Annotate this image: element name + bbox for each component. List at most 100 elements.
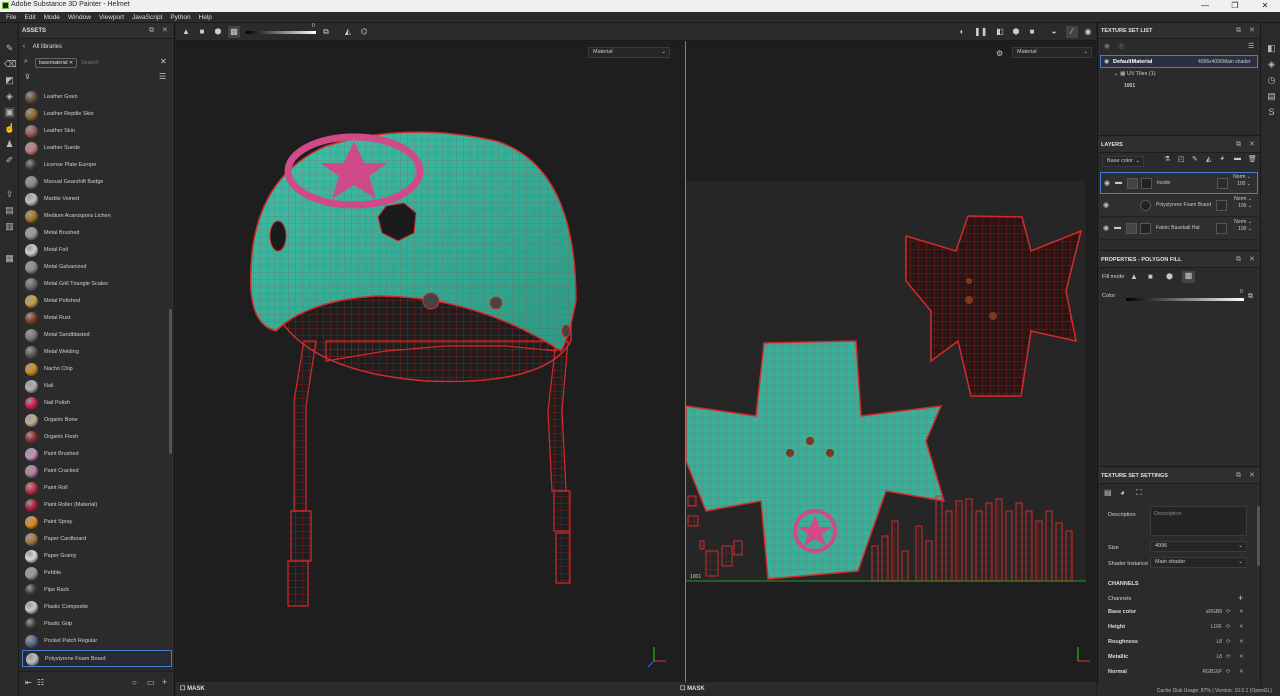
add-paint-layer-icon[interactable]: ✎ — [1192, 155, 1198, 163]
asset-item[interactable]: Leather Skin — [22, 123, 172, 140]
visibility-icon[interactable]: ◉ — [1104, 42, 1110, 50]
close-button[interactable]: ✕ — [1250, 0, 1280, 12]
asset-item[interactable]: Pebble — [22, 565, 172, 582]
mesh-maps-tab-icon[interactable]: ◕ — [1120, 488, 1125, 497]
add-icon[interactable]: + — [162, 677, 167, 687]
asset-item[interactable]: Paint Brushed — [22, 446, 172, 463]
add-mask-icon[interactable]: ◰ — [1178, 155, 1185, 163]
filter-icon[interactable]: ⊽ — [25, 73, 30, 81]
fill-uv-icon[interactable]: ▩ — [1182, 271, 1195, 283]
log-icon[interactable]: ▥ — [4, 221, 15, 232]
search-input[interactable] — [81, 58, 151, 68]
asset-item[interactable]: Metal Polished — [22, 293, 172, 310]
asset-item[interactable]: Leather Reptile Skin — [22, 106, 172, 123]
asset-item[interactable]: License Plate Europe — [22, 157, 172, 174]
texture-set-row[interactable]: ◉ DefaultMaterial 4096x4096 Main shader — [1100, 55, 1258, 68]
visibility-eye-icon[interactable]: ◉ — [1103, 224, 1109, 232]
close-icon[interactable]: ✕ — [1249, 252, 1255, 268]
projection-icon[interactable]: ◩ — [4, 75, 15, 86]
mask-checkbox[interactable]: ☐ — [180, 686, 185, 692]
float-icon[interactable]: ⧉ — [149, 23, 154, 39]
history-icon[interactable]: ◷ — [1266, 75, 1277, 86]
uv-mode-icon[interactable]: ▩ — [228, 26, 240, 38]
layer-row[interactable]: ◉ Polystyrene Foam Board Norm ⌄ 100 ⌄ — [1100, 195, 1258, 217]
maximize-button[interactable]: ❐ — [1220, 0, 1250, 12]
channel-row[interactable]: Height L16F ⟳ ✕ — [1108, 620, 1248, 634]
folder-icon[interactable]: ▭ — [147, 678, 155, 687]
asset-item[interactable]: Paper Grainy — [22, 548, 172, 565]
channel-row[interactable]: Metallic L8 ⟳ ✕ — [1108, 650, 1248, 664]
visibility-eye-icon[interactable]: ◉ — [1104, 179, 1110, 187]
asset-item[interactable]: Metal Brushed — [22, 225, 172, 242]
smudge-icon[interactable]: ☝ — [4, 123, 15, 134]
add-smart-material-icon[interactable]: ◕ — [1220, 155, 1224, 162]
close-icon[interactable]: ✕ — [1249, 23, 1255, 39]
remove-channel-icon[interactable]: ✕ — [1239, 620, 1244, 634]
viewport-3d[interactable]: Material ⌄ — [176, 41, 685, 682]
channel-format[interactable]: sRGB8 — [1190, 605, 1222, 619]
filter-tag[interactable]: basematerial ✕ — [35, 58, 78, 68]
asset-item[interactable]: Paint Spray — [22, 514, 172, 531]
asset-item[interactable]: Pipe Rack — [22, 582, 172, 599]
swap-icon[interactable]: ⧉ — [320, 26, 332, 38]
asset-item[interactable]: Marble Veined — [22, 191, 172, 208]
shader-instance-dropdown[interactable]: Main shader ⌄ — [1150, 557, 1247, 568]
color-slider[interactable] — [1126, 298, 1244, 301]
menu-javascript[interactable]: JavaScript — [132, 12, 162, 23]
asset-item[interactable]: Metal Sandblasted — [22, 327, 172, 344]
channel-settings-icon[interactable]: ⟳ — [1226, 605, 1231, 619]
asset-item[interactable]: Metal Galvanized — [22, 259, 172, 276]
layer-channel-dropdown[interactable]: Base color ⌄ — [1102, 156, 1144, 167]
polygon-fill-icon[interactable]: ▣ — [4, 107, 15, 118]
asset-item[interactable]: Metal Grill Triangle Scales — [22, 276, 172, 293]
environment-icon[interactable]: ◒ — [1048, 26, 1060, 38]
channel-settings-icon[interactable]: ⟳ — [1226, 665, 1231, 679]
menu-mode[interactable]: Mode — [44, 12, 60, 23]
import-icon[interactable]: ⇤ — [25, 678, 32, 687]
uv-tiles-row[interactable]: ⌄ ▦ UV Tiles (1) — [1114, 71, 1156, 77]
color-picker-icon[interactable]: ✐ — [4, 155, 15, 166]
paint-brush-icon[interactable]: ✎ — [4, 43, 15, 54]
export-icon[interactable]: ▦ — [4, 253, 15, 264]
viewport-2d[interactable]: ⚙ Material ⌄ 1001 — [686, 41, 1096, 682]
float-icon[interactable]: ⧉ — [1236, 137, 1241, 153]
description-field[interactable]: Description — [1150, 506, 1247, 536]
asset-item[interactable]: Paint Roll — [22, 480, 172, 497]
menu-file[interactable]: File — [6, 12, 16, 23]
add-effect-icon[interactable]: ⚗ — [1164, 155, 1170, 163]
asset-item[interactable]: Organic Flesh — [22, 429, 172, 446]
solo-icon[interactable]: ◎ — [1118, 42, 1124, 50]
menu-viewport[interactable]: Viewport — [99, 12, 124, 23]
view-mode-icon[interactable]: ◧ — [994, 26, 1006, 38]
add-fill-layer-icon[interactable]: ◭ — [1206, 155, 1211, 163]
asset-item[interactable]: Plastic Grip — [22, 616, 172, 633]
clone-icon[interactable]: ♟ — [4, 139, 15, 150]
minimize-button[interactable]: — — [1190, 0, 1220, 12]
library-row[interactable]: ‹ All libraries — [23, 44, 62, 50]
asset-item[interactable]: Metal Foil — [22, 242, 172, 259]
bake-icon[interactable]: ⇪ — [4, 189, 15, 200]
channel-row[interactable]: Base color sRGB8 ⟳ ✕ — [1108, 605, 1248, 619]
menu-icon[interactable]: ☰ — [1248, 42, 1254, 50]
asset-item[interactable]: Paint Roller (Material) — [22, 497, 172, 514]
channel-format[interactable]: RGB16F — [1190, 665, 1222, 679]
display-icon[interactable]: ▤ — [4, 205, 15, 216]
blend-opacity[interactable]: Norm ⌄ 100 ⌄ — [1233, 174, 1251, 188]
asset-item[interactable]: Nacho Chip — [22, 361, 172, 378]
square-mode-icon[interactable]: ■ — [196, 26, 208, 38]
paint-through-icon[interactable]: ⌬ — [358, 26, 370, 38]
refresh-icon[interactable]: ○ — [132, 678, 137, 687]
asset-item[interactable]: Polystyrene Foam Board — [22, 650, 172, 667]
pause-icon[interactable]: ❚❚ — [974, 26, 987, 38]
asset-item[interactable]: Nail — [22, 378, 172, 395]
channel-format[interactable]: L8 — [1190, 650, 1222, 664]
asset-item[interactable]: Metal Welding — [22, 344, 172, 361]
list-icon[interactable]: ☷ — [37, 678, 44, 687]
asset-item[interactable]: Manual Gearshift Badge — [22, 174, 172, 191]
fill-object-icon[interactable]: ⬢ — [1166, 272, 1173, 281]
triangle-mode-icon[interactable]: ▲ — [180, 26, 192, 38]
menu-window[interactable]: Window — [68, 12, 91, 23]
remove-channel-icon[interactable]: ✕ — [1239, 605, 1244, 619]
asset-item[interactable]: Paper Cardboard — [22, 531, 172, 548]
camera-icon[interactable]: ■ — [1026, 26, 1038, 38]
